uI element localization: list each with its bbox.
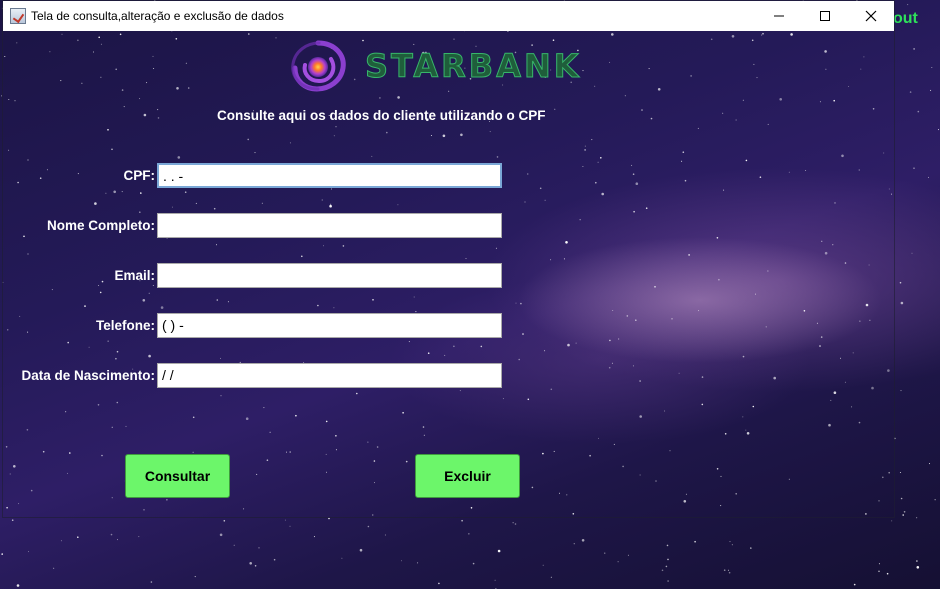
window-title: Tela de consulta,alteração e exclusão de… [31, 9, 284, 23]
page-subtitle: Consulte aqui os dados do cliente utiliz… [217, 108, 546, 123]
cpf-label: CPF: [123, 168, 156, 183]
telefone-label: Telefone: [95, 318, 155, 333]
nome-completo-label: Nome Completo: [47, 218, 155, 233]
minimize-button[interactable] [756, 1, 802, 31]
maximize-button[interactable] [802, 1, 848, 31]
close-icon [865, 10, 877, 22]
minimize-icon [774, 15, 784, 17]
close-button[interactable] [848, 1, 894, 31]
galaxy-swirl-icon [291, 40, 346, 92]
app-window: Tela de consulta,alteração e exclusão de… [2, 0, 895, 518]
email-label: Email: [114, 268, 155, 283]
brand-name: STARBANK [365, 47, 582, 86]
window-controls [756, 1, 894, 31]
excluir-button[interactable]: Excluir [415, 454, 520, 498]
background-window-text: out [893, 10, 918, 27]
email-field[interactable] [157, 263, 502, 288]
data-nascimento-field[interactable]: / / [157, 363, 502, 388]
title-bar[interactable]: Tela de consulta,alteração e exclusão de… [3, 1, 894, 31]
nome-completo-field[interactable] [157, 213, 502, 238]
cpf-field[interactable]: . . - [157, 163, 502, 188]
consultar-button[interactable]: Consultar [125, 454, 230, 498]
java-app-icon [10, 8, 26, 24]
data-nascimento-label: Data de Nascimento: [21, 368, 155, 383]
telefone-field[interactable]: ( ) - [157, 313, 502, 338]
maximize-icon [820, 11, 830, 21]
